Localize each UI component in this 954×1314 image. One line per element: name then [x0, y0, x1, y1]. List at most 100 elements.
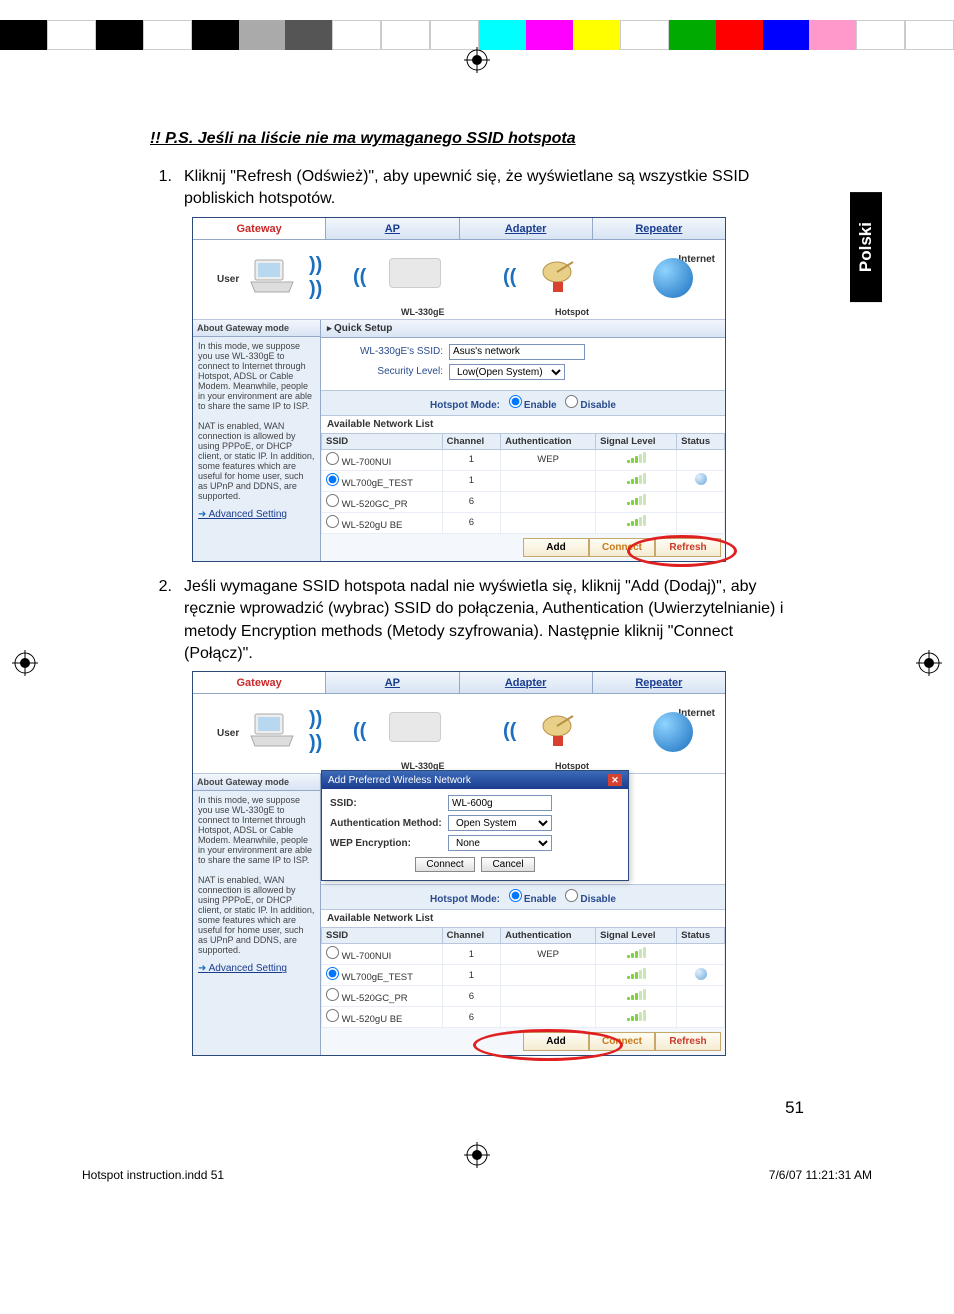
sidebar: About Gateway mode In this mode, we supp… — [193, 320, 321, 561]
signal-icon — [627, 516, 646, 526]
language-tab: Polski — [850, 192, 882, 302]
security-select[interactable]: Low(Open System) — [449, 364, 565, 380]
table-row[interactable]: WL-700NUI1WEP — [322, 449, 725, 470]
dialog-title-bar: Add Preferred Wireless Network ✕ — [322, 771, 628, 789]
col-ssid: SSID — [322, 433, 443, 449]
network-radio[interactable] — [326, 1009, 339, 1022]
table-row[interactable]: WL-520GC_PR6 — [322, 986, 725, 1007]
network-list-title: Available Network List — [321, 910, 725, 927]
close-icon[interactable]: ✕ — [608, 774, 622, 786]
connect-button[interactable]: Connect — [589, 1032, 655, 1051]
step-num: 2. — [150, 576, 184, 666]
status-icon — [695, 968, 707, 980]
sidebar-text: NAT is enabled, WAN connection is allowe… — [198, 875, 315, 955]
tab-adapter[interactable]: Adapter — [460, 218, 593, 239]
tab-repeater[interactable]: Repeater — [593, 218, 725, 239]
signal-icon — [627, 453, 646, 463]
table-row[interactable]: WL700gE_TEST1 — [322, 470, 725, 491]
wifi-icon: (( — [503, 720, 516, 743]
router-icon — [389, 712, 441, 742]
col-signal: Signal Level — [596, 433, 677, 449]
step-text: Kliknij "Refresh (Odśwież)", aby upewnić… — [184, 166, 804, 211]
signal-icon — [627, 1011, 646, 1021]
mode-tabs: Gateway AP Adapter Repeater — [193, 672, 725, 694]
tab-ap[interactable]: AP — [326, 218, 459, 239]
user-label: User — [217, 728, 239, 739]
screenshot-refresh: Gateway AP Adapter Repeater User Interne… — [192, 217, 726, 562]
hotspot-disable-radio[interactable] — [565, 395, 578, 408]
wifi-icon: )) — [309, 708, 322, 731]
ssid-input[interactable] — [449, 344, 585, 360]
wifi-icon: )) — [309, 254, 322, 277]
tab-ap[interactable]: AP — [326, 672, 459, 693]
page-number: 51 — [0, 1090, 954, 1118]
table-row[interactable]: WL-700NUI1WEP — [322, 944, 725, 965]
hotspot-enable-radio[interactable] — [509, 395, 522, 408]
button-bar: Add Connect Refresh — [321, 1028, 725, 1055]
wifi-icon: )) — [309, 278, 322, 301]
wifi-icon: (( — [353, 720, 366, 743]
laptop-icon — [249, 712, 295, 750]
registration-mark-icon — [916, 650, 942, 676]
ps-heading: !! P.S. Jeśli na liście nie ma wymaganeg… — [150, 130, 804, 148]
footer-file: Hotspot instruction.indd 51 — [82, 1168, 224, 1182]
network-radio[interactable] — [326, 494, 339, 507]
advanced-setting-link[interactable]: Advanced Setting — [198, 963, 287, 974]
dialog-auth-label: Authentication Method: — [330, 818, 448, 829]
network-radio[interactable] — [326, 988, 339, 1001]
quick-setup-header: Quick Setup — [321, 320, 725, 338]
table-row[interactable]: WL-520GC_PR6 — [322, 491, 725, 512]
hotspot-mode-bar: Hotspot Mode: Enable Disable — [321, 884, 725, 910]
step-num: 1. — [150, 166, 184, 211]
network-list-table: SSID Channel Authentication Signal Level… — [321, 433, 725, 534]
network-list-table: SSID Channel Authentication Signal Level… — [321, 927, 725, 1028]
add-button[interactable]: Add — [523, 538, 589, 557]
dialog-auth-select[interactable]: Open System — [448, 815, 552, 831]
signal-icon — [627, 969, 646, 979]
device-label: WL-330gE — [401, 307, 445, 317]
hotspot-mode-bar: Hotspot Mode: Enable Disable — [321, 390, 725, 416]
network-radio[interactable] — [326, 473, 339, 486]
table-row[interactable]: WL700gE_TEST1 — [322, 965, 725, 986]
registration-mark-icon — [464, 47, 490, 73]
network-radio[interactable] — [326, 946, 339, 959]
hotspot-enable-radio[interactable] — [509, 889, 522, 902]
network-list-title: Available Network List — [321, 416, 725, 433]
dialog-cancel-button[interactable]: Cancel — [481, 857, 534, 872]
network-radio[interactable] — [326, 452, 339, 465]
button-bar: Add Connect Refresh — [321, 534, 725, 561]
tab-adapter[interactable]: Adapter — [460, 672, 593, 693]
table-row[interactable]: WL-520gU BE6 — [322, 1007, 725, 1028]
laptop-icon — [249, 258, 295, 296]
dialog-connect-button[interactable]: Connect — [415, 857, 474, 872]
sidebar-title: About Gateway mode — [193, 774, 320, 791]
screenshot-add: Gateway AP Adapter Repeater User Interne… — [192, 671, 726, 1056]
router-icon — [389, 258, 441, 288]
network-radio[interactable] — [326, 967, 339, 980]
refresh-button[interactable]: Refresh — [655, 1032, 721, 1051]
advanced-setting-link[interactable]: Advanced Setting — [198, 509, 287, 520]
dialog-ssid-input[interactable] — [448, 795, 552, 811]
dialog-wep-select[interactable]: None — [448, 835, 552, 851]
registration-mark-icon — [464, 1142, 490, 1168]
col-status: Status — [677, 433, 725, 449]
tab-gateway[interactable]: Gateway — [193, 672, 326, 693]
print-footer: Hotspot instruction.indd 51 7/6/07 11:21… — [0, 1168, 954, 1200]
col-channel: Channel — [442, 433, 500, 449]
hotspot-disable-radio[interactable] — [565, 889, 578, 902]
network-radio[interactable] — [326, 515, 339, 528]
tab-gateway[interactable]: Gateway — [193, 218, 326, 239]
dish-icon — [539, 710, 583, 748]
tab-repeater[interactable]: Repeater — [593, 672, 725, 693]
wifi-icon: (( — [503, 266, 516, 289]
network-diagram: User Internet )) )) (( (( WL-330gE Hotsp… — [193, 694, 725, 774]
dialog-ssid-label: SSID: — [330, 798, 448, 809]
refresh-button[interactable]: Refresh — [655, 538, 721, 557]
print-colorbar — [0, 20, 954, 50]
wifi-icon: (( — [353, 266, 366, 289]
add-button[interactable]: Add — [523, 1032, 589, 1051]
step-2: 2. Jeśli wymagane SSID hotspota nadal ni… — [150, 576, 804, 666]
user-label: User — [217, 274, 239, 285]
connect-button[interactable]: Connect — [589, 538, 655, 557]
table-row[interactable]: WL-520gU BE6 — [322, 512, 725, 533]
